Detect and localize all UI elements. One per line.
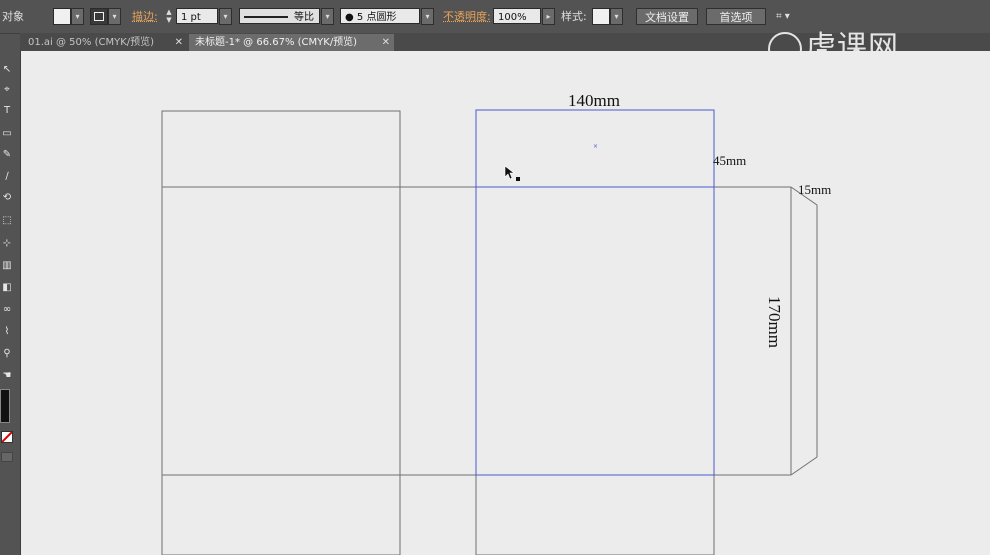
opacity-dropdown-icon[interactable]: ▸ xyxy=(542,8,555,25)
selected-rectangle[interactable] xyxy=(475,109,715,476)
fill-swatch[interactable] xyxy=(53,8,71,25)
left-panel-outline[interactable] xyxy=(161,110,401,555)
box-dieline-drawing: × 140mm 45mm 15mm 170mm xyxy=(161,91,831,555)
side-tab-outline[interactable] xyxy=(790,186,818,476)
brush-select[interactable]: ● 5 点圆形 xyxy=(340,8,420,24)
direct-select-icon[interactable]: ⌖ xyxy=(0,83,14,97)
stroke-stepper-icon[interactable]: ▲ ▼ xyxy=(164,8,174,24)
artboard-canvas[interactable]: × 140mm 45mm 15mm 170mm xyxy=(21,51,990,555)
scale-icon[interactable]: ⬚ xyxy=(0,214,14,228)
stroke-label[interactable]: 描边: xyxy=(132,8,158,25)
stroke-swatch[interactable] xyxy=(90,8,108,25)
side-dimension-label: 15mm xyxy=(798,182,831,197)
style-dropdown-icon[interactable]: ▾ xyxy=(610,8,623,25)
screen-mode-icon[interactable] xyxy=(1,452,13,462)
stroke-weight-dropdown-icon[interactable]: ▾ xyxy=(219,8,232,25)
stroke-profile-label: 等比 xyxy=(294,12,314,23)
tools-panel: ↖ ⌖ T ▭ ✎ ∕ ⟲ ⬚ ⊹ ▥ ◧ ∞ ⌇ ⚲ ☚ xyxy=(0,51,21,555)
none-swatch-icon[interactable] xyxy=(1,431,13,443)
rectangle-icon[interactable]: ▭ xyxy=(0,127,14,141)
close-icon[interactable]: ✕ xyxy=(382,34,390,51)
stroke-dropdown-icon[interactable]: ▾ xyxy=(108,8,121,25)
brush-icon[interactable]: ∕ xyxy=(0,170,14,184)
tab-label: 01.ai @ 50% (CMYK/预览) xyxy=(28,37,155,48)
tab-document-2[interactable]: 未标题-1* @ 66.67% (CMYK/预览) ✕ xyxy=(189,34,394,51)
profile-dropdown-icon[interactable]: ▾ xyxy=(321,8,334,25)
tab-label: 未标题-1* @ 66.67% (CMYK/预览) xyxy=(195,37,358,48)
zoom-icon[interactable]: ⚲ xyxy=(0,347,14,361)
rotate-icon[interactable]: ⟲ xyxy=(0,191,14,205)
stroke-profile-select[interactable]: 等比 xyxy=(239,8,320,24)
flap-dimension-label: 45mm xyxy=(713,153,746,168)
fill-stroke-icon[interactable] xyxy=(0,389,10,423)
opacity-label[interactable]: 不透明度: xyxy=(443,8,491,25)
close-icon[interactable]: ✕ xyxy=(175,34,183,51)
pencil-icon[interactable]: ✎ xyxy=(0,148,14,162)
free-transform-icon[interactable]: ⊹ xyxy=(0,237,14,251)
tab-document-1[interactable]: 01.ai @ 50% (CMYK/预览) ✕ xyxy=(22,34,187,51)
doc-setup-button[interactable]: 文档设置 xyxy=(636,8,698,25)
object-label: 对象 xyxy=(2,10,24,23)
height-dimension-label: 170mm xyxy=(765,296,784,348)
preferences-button[interactable]: 首选项 xyxy=(706,8,766,25)
mouse-cursor-icon xyxy=(504,165,520,181)
stroke-weight-field[interactable]: 1 pt xyxy=(176,8,218,24)
width-dimension-label: 140mm xyxy=(568,91,620,110)
opacity-field[interactable]: 100% xyxy=(493,8,541,24)
blend-icon[interactable]: ∞ xyxy=(0,303,14,317)
style-label: 样式: xyxy=(561,10,587,23)
gradient-icon[interactable]: ◧ xyxy=(0,281,14,295)
hand-icon[interactable]: ☚ xyxy=(0,369,14,383)
center-point-icon: × xyxy=(593,143,598,150)
fill-dropdown-icon[interactable]: ▾ xyxy=(71,8,84,25)
type-icon[interactable]: T xyxy=(0,104,14,118)
stroke-line-icon xyxy=(244,16,288,18)
eyedropper-icon[interactable]: ⌇ xyxy=(0,325,14,339)
brush-label: 5 点圆形 xyxy=(356,12,397,23)
brush-dot-icon: ● xyxy=(345,12,354,23)
selection-arrow-icon[interactable]: ↖ xyxy=(0,63,14,77)
style-swatch[interactable] xyxy=(592,8,610,25)
front-panel-outline[interactable] xyxy=(475,186,715,555)
brush-dropdown-icon[interactable]: ▾ xyxy=(421,8,434,25)
graph-icon[interactable]: ▥ xyxy=(0,259,14,273)
